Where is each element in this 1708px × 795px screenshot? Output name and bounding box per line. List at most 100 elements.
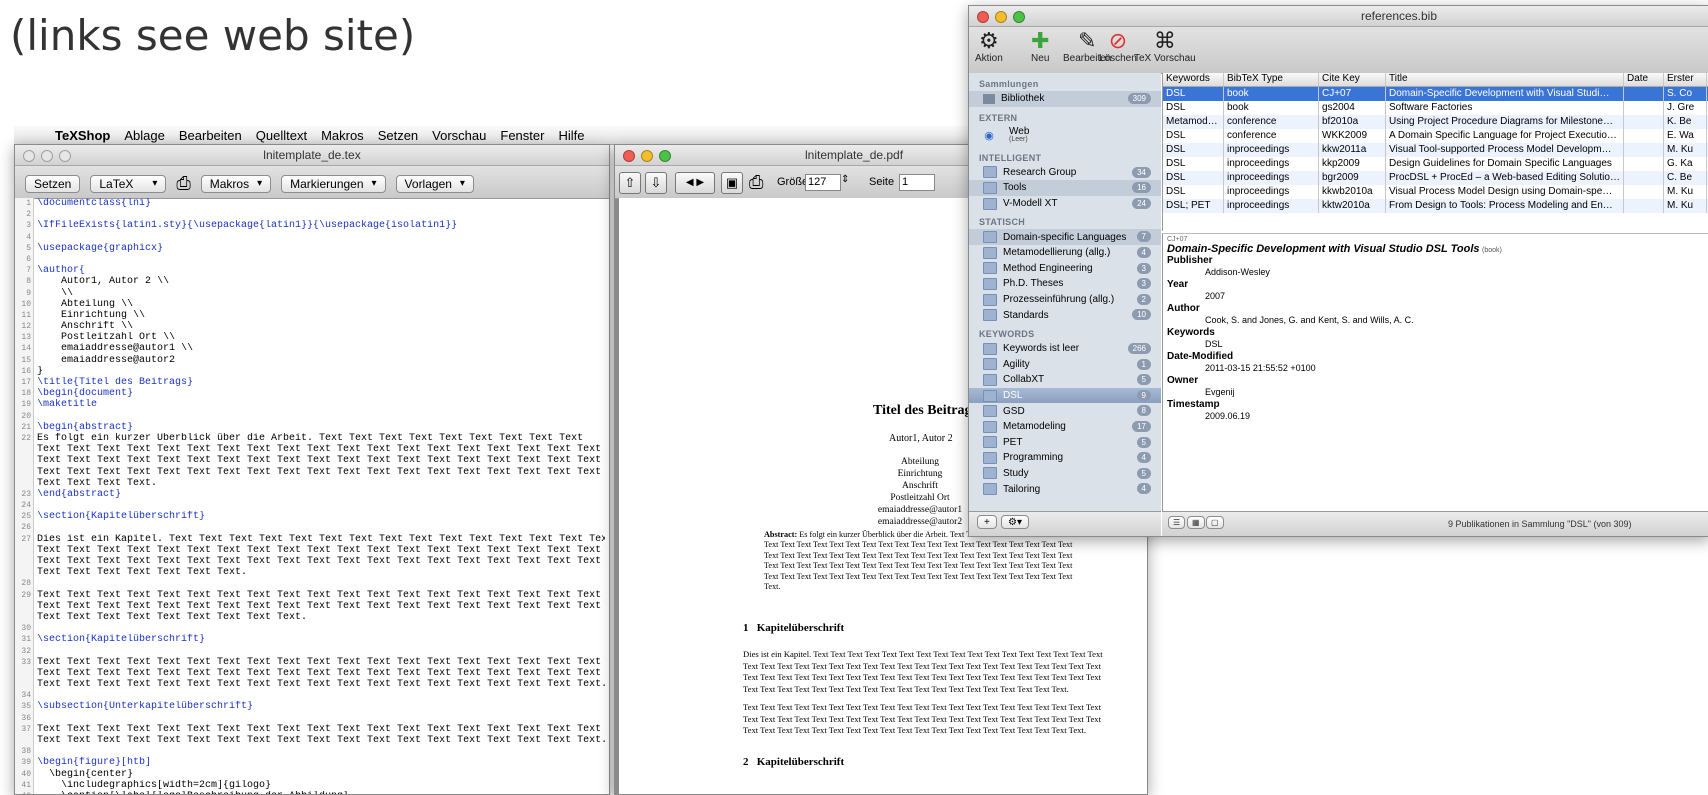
code-text[interactable]: \documentclass{lni} \IfFileExists{latin1.… — [37, 198, 605, 794]
print-icon[interactable]: ⎙ — [749, 172, 763, 193]
sidebar-item[interactable]: Keywords ist leer 266 — [969, 341, 1161, 357]
minimize-button[interactable] — [995, 11, 1007, 23]
code-line[interactable] — [37, 713, 605, 724]
toolbar-button-neu[interactable]: ✚ Neu — [1031, 29, 1049, 65]
code-line[interactable]: \end{abstract} — [37, 489, 605, 500]
code-line[interactable]: \begin{center} — [37, 769, 605, 780]
code-line[interactable] — [37, 646, 605, 657]
column-header[interactable]: BibTeX Type — [1224, 73, 1319, 86]
gear-icon[interactable]: ⚙▾ — [1001, 515, 1029, 529]
code-line[interactable]: Text Text Text Text Text Text Text Text … — [37, 545, 605, 556]
code-line[interactable]: Abteilung \\ — [37, 299, 605, 310]
code-line[interactable]: Text Text Text Text Text Text Text Text … — [37, 657, 605, 668]
table-row[interactable]: DSL inproceedings kkw2011a Visual Tool-supp… — [1163, 143, 1708, 157]
sidebar-item-library[interactable]: Bibliothek 309 — [969, 91, 1161, 107]
code-line[interactable]: \title{Titel des Beitrags} — [37, 377, 605, 388]
menu-item[interactable]: Vorschau — [425, 128, 493, 143]
sidebar-item[interactable]: Research Group 34 — [969, 165, 1161, 181]
code-line[interactable]: \maketitle — [37, 399, 605, 410]
sidebar-item-web[interactable]: ◉ Web (Leer) — [969, 125, 1161, 147]
templates-popup[interactable]: Vorlagen — [395, 174, 474, 193]
code-line[interactable]: Es folgt ein kurzer Überblick über die A… — [37, 433, 605, 444]
print-icon[interactable]: ⎙ — [176, 173, 190, 194]
table-row[interactable]: DSL inproceedings kkp2009 Design Guidelines… — [1163, 157, 1708, 171]
code-line[interactable]: \begin{document} — [37, 388, 605, 399]
code-line[interactable]: \IfFileExists{latin1.sty}{\usepackage{la… — [37, 220, 605, 231]
code-line[interactable] — [37, 232, 605, 243]
marks-popup[interactable]: Markierungen — [281, 174, 386, 193]
code-line[interactable]: Dies ist ein Kapitel. Text Text Text Tex… — [37, 534, 605, 545]
close-button[interactable] — [977, 11, 989, 23]
menu-item[interactable]: Quelltext — [249, 128, 314, 143]
code-line[interactable]: Text Text Text Text Text Text Text Text … — [37, 735, 605, 746]
toolbar-button-aktion[interactable]: ⚙ Aktion — [975, 29, 1003, 65]
code-line[interactable] — [37, 746, 605, 757]
code-line[interactable]: \author{ — [37, 265, 605, 276]
code-line[interactable]: Anschrift \\ — [37, 321, 605, 332]
code-line[interactable]: Text Text Text Text Text Text Text Text … — [37, 556, 605, 567]
sidebar-item[interactable]: Ph.D. Theses 3 — [969, 276, 1161, 292]
zoom-button[interactable] — [1013, 11, 1025, 23]
add-icon[interactable]: + — [977, 515, 997, 529]
code-line[interactable]: \section{Kapitelüberschrift} — [37, 511, 605, 522]
code-line[interactable]: Postleitzahl Ort \\ — [37, 332, 605, 343]
sidebar-item[interactable]: CollabXT 5 — [969, 372, 1161, 388]
sidebar-item[interactable]: Domain-specific Languages 7 — [969, 229, 1161, 245]
prev-next-icon[interactable]: ◀ ▶ — [675, 172, 715, 194]
code-line[interactable]: \documentclass{lni} — [37, 198, 605, 209]
code-line[interactable]: \includegraphics[width=2cm]{gilogo} — [37, 780, 605, 791]
code-line[interactable]: Text Text Text Text Text Text Text Text … — [37, 724, 605, 735]
column-header[interactable]: Date — [1624, 73, 1664, 86]
sidebar-item[interactable]: Prozesseinführung (allg.) 2 — [969, 292, 1161, 308]
code-line[interactable] — [37, 411, 605, 422]
code-line[interactable]: } — [37, 366, 605, 377]
code-line[interactable]: Text Text Text Text Text Text Text Text … — [37, 590, 605, 601]
table-row[interactable]: DSL book CJ+07 Domain-Specific Development … — [1163, 87, 1708, 101]
sidebar-item[interactable]: Agility 1 — [969, 357, 1161, 373]
zoom-button[interactable] — [659, 150, 671, 162]
list-view-icon[interactable]: ☰ — [1168, 516, 1186, 529]
code-line[interactable] — [37, 500, 605, 511]
menu-item[interactable]: Ablage — [117, 128, 171, 143]
menu-item[interactable]: Setzen — [371, 128, 425, 143]
image-icon[interactable]: ▣ — [721, 172, 743, 194]
code-line[interactable]: Text Text Text Text Text Text Text Text … — [37, 668, 605, 679]
table-row[interactable]: DSL conference WKK2009 A Domain Specific La… — [1163, 129, 1708, 143]
sidebar-item[interactable]: V-Modell XT 24 — [969, 196, 1161, 212]
typeset-button[interactable]: Setzen — [25, 174, 81, 193]
code-line[interactable]: \usepackage{graphicx} — [37, 243, 605, 254]
minimize-button[interactable] — [641, 150, 653, 162]
code-line[interactable]: Text Text Text Text Text Text Text Text … — [37, 455, 605, 466]
code-line[interactable]: Text Text Text Text Text Text Text Text … — [37, 444, 605, 455]
table-row[interactable]: Metamod… conference bf2010a Using Project P… — [1163, 115, 1708, 129]
table-row[interactable]: DSL inproceedings kkwb2010a Visual Process … — [1163, 185, 1708, 199]
sidebar-item[interactable]: Metamodellierung (allg.) 4 — [969, 245, 1161, 261]
code-line[interactable] — [37, 690, 605, 701]
sidebar-item[interactable]: GSD 8 — [969, 403, 1161, 419]
macros-popup[interactable]: Makros — [200, 174, 272, 193]
close-button[interactable] — [623, 150, 635, 162]
code-line[interactable]: \\ — [37, 288, 605, 299]
code-line[interactable]: Text Text Text Text Text Text Text Text … — [37, 679, 605, 690]
arrow-up-icon[interactable]: ⇧ — [619, 172, 641, 194]
table-row[interactable]: DSL inproceedings bgr2009 ProcDSL + ProcEd … — [1163, 171, 1708, 185]
menu-item[interactable]: Fenster — [493, 128, 551, 143]
code-line[interactable] — [37, 623, 605, 634]
column-header[interactable]: Title — [1386, 73, 1624, 86]
code-line[interactable]: Text Text Text Text. — [37, 478, 605, 489]
code-line[interactable]: \begin{figure}[htb] — [37, 757, 605, 768]
code-line[interactable]: Text Text Text Text Text Text Text Text … — [37, 601, 605, 612]
column-header[interactable]: Keywords — [1163, 73, 1224, 86]
preview-view-icon[interactable]: ▢ — [1206, 516, 1224, 529]
column-header[interactable]: Erster — [1664, 73, 1707, 86]
code-line[interactable]: emaiaddresse@autor2 — [37, 355, 605, 366]
code-line[interactable]: \begin{abstract} — [37, 422, 605, 433]
code-line[interactable]: Text Text Text Text Text Text Text. — [37, 567, 605, 578]
code-line[interactable]: \subsection{Unterkapitelüberschrift} — [37, 701, 605, 712]
sidebar-item[interactable]: Method Engineering 3 — [969, 261, 1161, 277]
code-line[interactable]: \section{Kapitelüberschrift} — [37, 634, 605, 645]
sidebar-item[interactable]: Study 5 — [969, 466, 1161, 482]
sidebar-item[interactable]: DSL 9 — [969, 387, 1161, 404]
sidebar-item[interactable]: Tailoring 4 — [969, 481, 1161, 497]
table-row[interactable]: DSL book gs2004 Software Factories J. Gre — [1163, 101, 1708, 115]
